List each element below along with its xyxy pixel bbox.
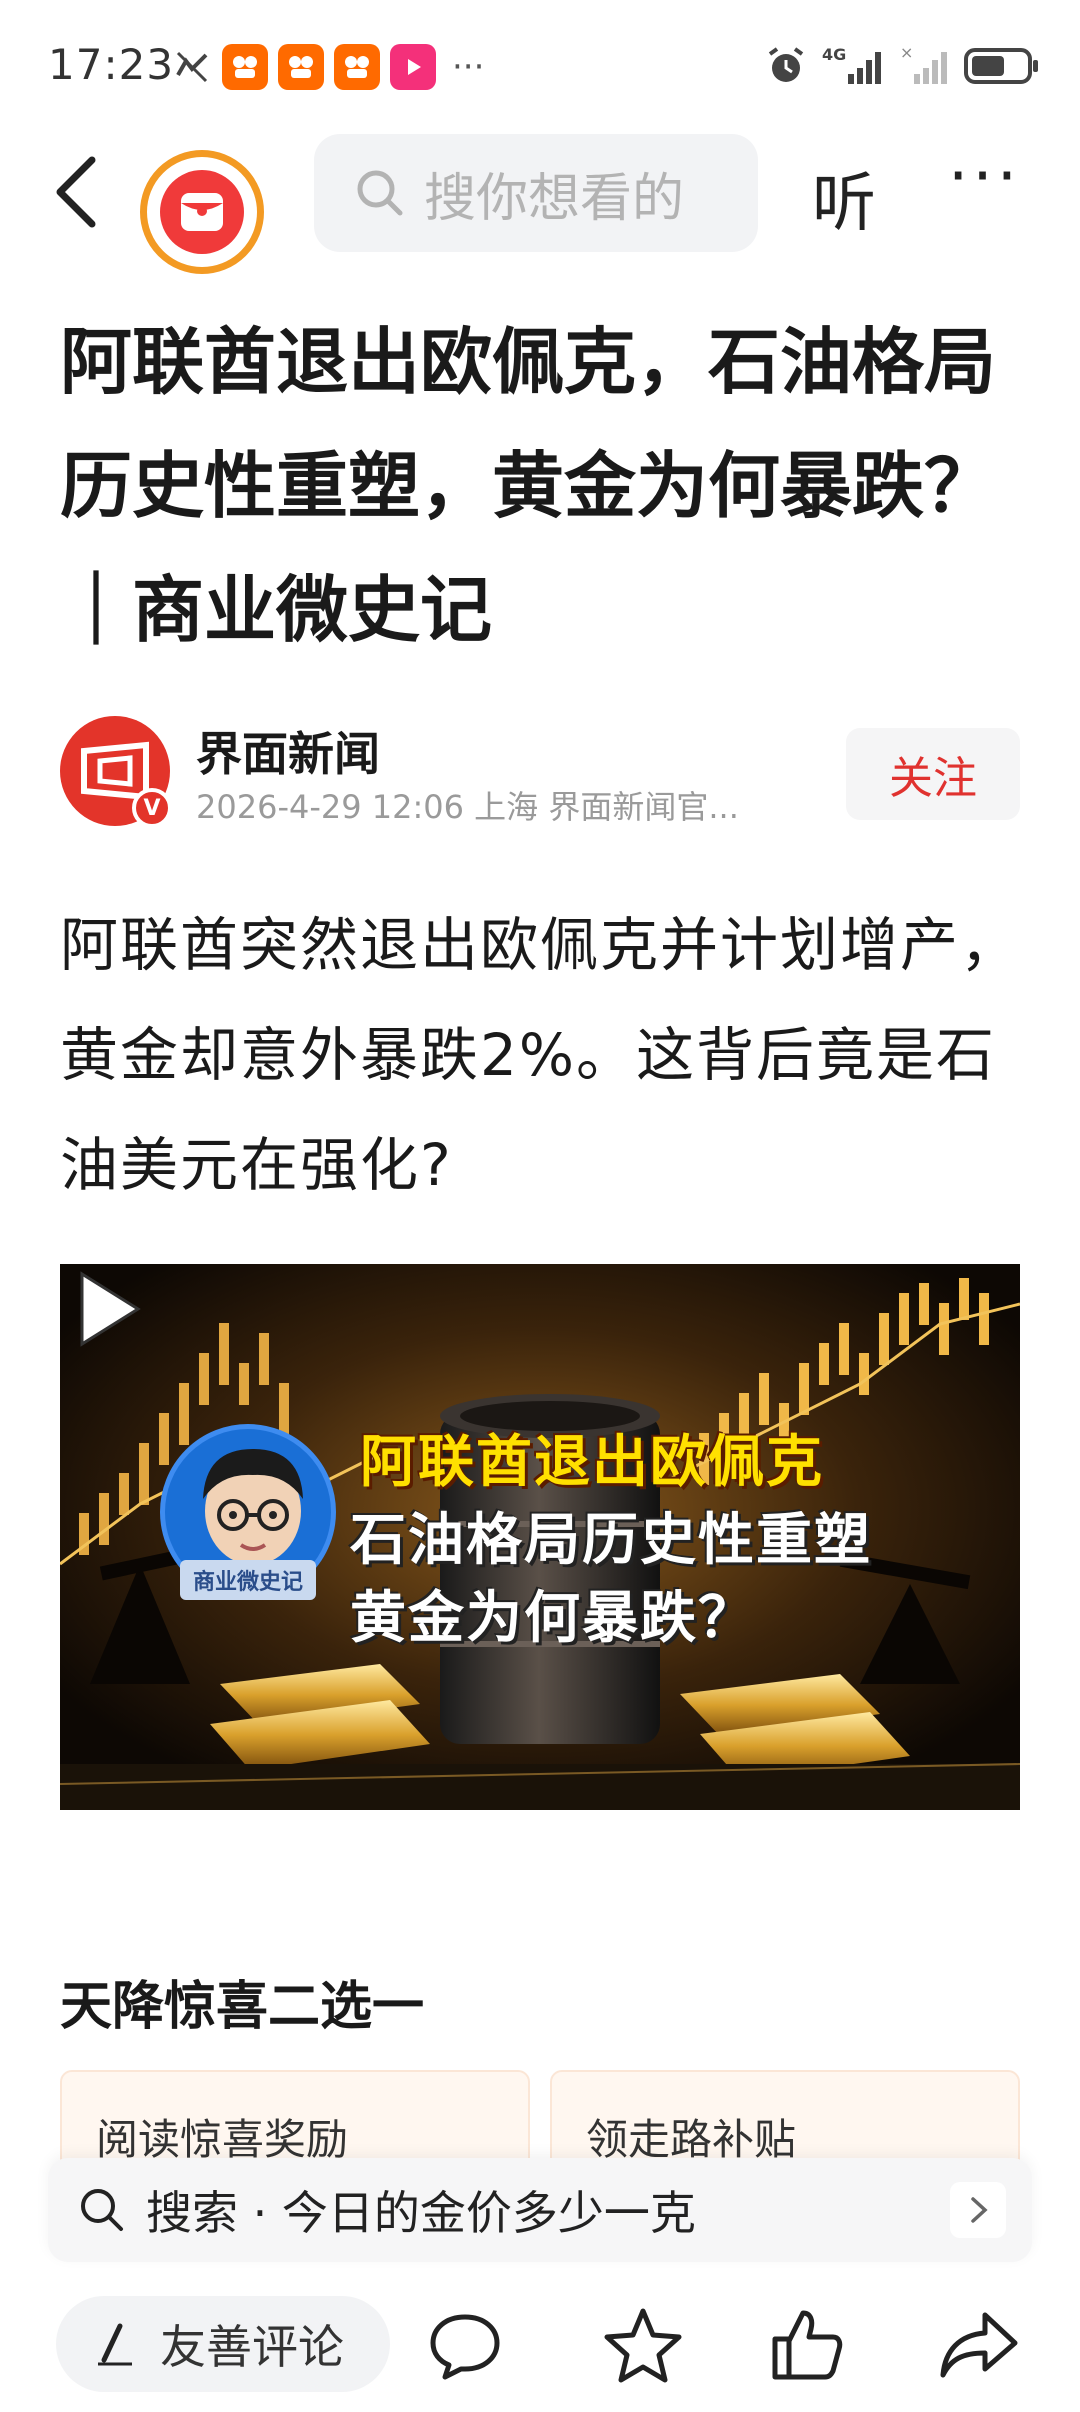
app-notification-icon	[334, 44, 380, 90]
thumbs-up-icon	[772, 2310, 843, 2380]
app-logo[interactable]	[140, 150, 264, 274]
video-headline-line2: 石油格局历史性重塑	[350, 1508, 872, 1573]
comments-button[interactable]	[420, 2300, 510, 2390]
muted-call-icon	[176, 51, 208, 83]
author-name[interactable]: 界面新闻	[196, 718, 380, 784]
like-button[interactable]	[762, 2300, 852, 2390]
article-meta: 2026-4-29 12:06 上海 界面新闻官...	[196, 788, 739, 826]
article-title: 阿联酋退出欧佩克，石油格局历史性重塑，黄金为何暴跌？ ｜商业微史记	[60, 320, 997, 652]
status-time: 17:23	[48, 40, 175, 89]
alarm-icon	[768, 47, 804, 82]
chevron-right-icon[interactable]	[950, 2182, 1006, 2238]
top-nav-bar: 搜你想看的 听 ···	[0, 130, 1080, 274]
comment-input[interactable]: 友善评论	[56, 2296, 390, 2392]
video-headline-line3: 黄金为何暴跌？	[350, 1586, 756, 1651]
play-icon[interactable]	[60, 1264, 150, 1354]
host-channel-tag: 商业微史记	[180, 1560, 316, 1600]
surprise-section-title: 天降惊喜二选一	[60, 1977, 425, 2037]
share-button[interactable]	[934, 2300, 1024, 2390]
signal-sim2-icon: ×	[900, 44, 947, 84]
follow-button[interactable]: 关注	[846, 728, 1020, 820]
search-input[interactable]: 搜你想看的	[314, 134, 758, 252]
status-system-icons: 4G ×	[764, 44, 1040, 88]
search-suggestion-bar[interactable]: 搜索 · 今日的金价多少一克	[48, 2158, 1032, 2262]
more-options-button[interactable]: ···	[948, 140, 1021, 214]
listen-button[interactable]: 听	[812, 152, 876, 244]
video-app-notification-icon	[390, 44, 436, 90]
card-label: 领走路补贴	[586, 2115, 797, 2164]
favorite-button[interactable]	[598, 2300, 688, 2390]
more-notifications-icon: ···	[452, 47, 485, 87]
verified-badge: V	[132, 788, 172, 828]
video-headline: 阿联酋退出欧佩克 石油格局历史性重塑 黄金为何暴跌？	[350, 1424, 1000, 1658]
comment-label: 友善评论	[160, 2320, 344, 2374]
battery-icon	[964, 48, 1038, 84]
bottom-action-bar: 友善评论	[0, 2270, 1080, 2412]
app-notification-icon	[222, 44, 268, 90]
status-bar: 17:23 ··· 4G ×	[0, 0, 1080, 130]
app-notification-icon	[278, 44, 324, 90]
back-button[interactable]	[48, 152, 108, 232]
pen-icon	[98, 2323, 132, 2366]
comment-bubble-icon	[430, 2314, 500, 2380]
search-icon	[357, 170, 403, 216]
svg-text:×: ×	[900, 44, 913, 62]
search-suggestion-text: 搜索 · 今日的金价多少一克	[146, 2186, 696, 2240]
search-placeholder: 搜你想看的	[424, 168, 685, 229]
status-notification-icons: ···	[172, 44, 484, 90]
star-icon	[604, 2308, 682, 2383]
share-arrow-icon	[940, 2312, 1018, 2378]
article-summary: 阿联酋突然退出欧佩克并计划增产，黄金却意外暴跌2%。这背后竟是石油美元在强化?	[60, 911, 1021, 1199]
svg-text:4G: 4G	[822, 45, 846, 64]
video-headline-line1: 阿联酋退出欧佩克	[360, 1430, 824, 1495]
search-icon	[81, 2189, 123, 2231]
signal-4g-icon: 4G	[822, 45, 881, 84]
card-label: 阅读惊喜奖励	[96, 2115, 349, 2164]
back-arrow-icon	[56, 156, 96, 228]
author-row: V 界面新闻 2026-4-29 12:06 上海 界面新闻官... 关注	[60, 716, 1020, 828]
red-envelope-icon	[160, 170, 244, 254]
video-player[interactable]: 商业微史记 阿联酋退出欧佩克 石油格局历史性重塑 黄金为何暴跌？	[60, 1264, 1020, 1810]
